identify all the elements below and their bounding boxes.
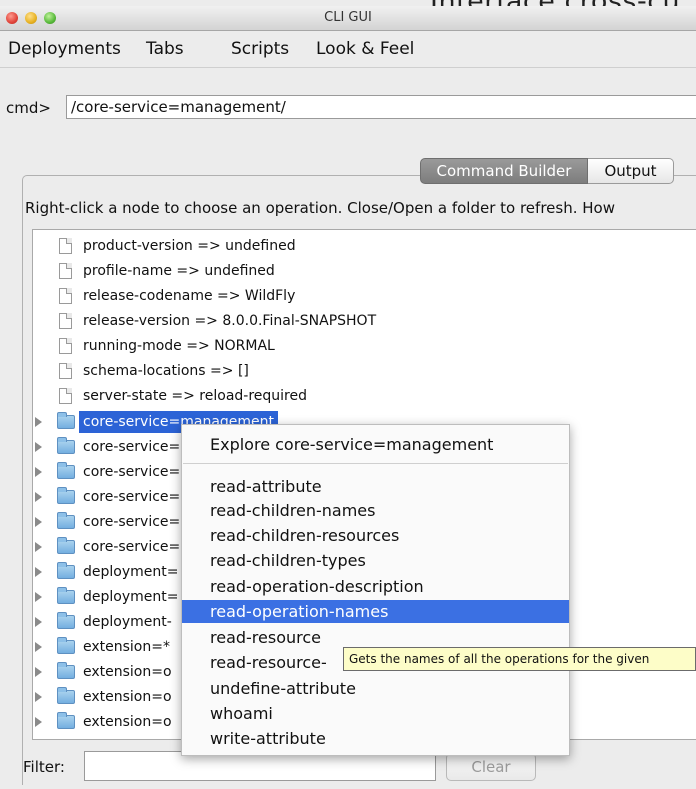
- folder-icon: [57, 487, 75, 504]
- menu-item-read-operation-description[interactable]: read-operation-description: [182, 575, 569, 598]
- tab-output[interactable]: Output: [588, 158, 674, 184]
- folder-icon: [57, 537, 75, 554]
- menu-item-read-children-names[interactable]: read-children-names: [182, 499, 569, 522]
- file-icon: [59, 238, 72, 254]
- operation-tooltip: Gets the names of all the operations for…: [343, 647, 696, 671]
- tab-command-builder[interactable]: Command Builder: [420, 158, 588, 184]
- tree-item-label: deployment=: [83, 589, 179, 605]
- menu-tabs[interactable]: Tabs: [146, 39, 184, 59]
- tree-item-label: deployment=: [83, 564, 179, 580]
- tree-leaf-item[interactable]: server-state => reload-required: [33, 385, 693, 407]
- expand-arrow-icon[interactable]: [35, 692, 42, 702]
- menu-item-read-operation-names[interactable]: read-operation-names: [182, 600, 569, 623]
- menu-item-undefine-attribute[interactable]: undefine-attribute: [182, 677, 569, 700]
- folder-icon: [57, 587, 75, 604]
- menu-scripts[interactable]: Scripts: [231, 39, 289, 59]
- folder-icon: [57, 637, 75, 654]
- clear-button[interactable]: Clear: [446, 753, 536, 781]
- cmd-input[interactable]: /core-service=management/: [66, 95, 696, 119]
- file-icon: [59, 263, 72, 279]
- expand-arrow-icon[interactable]: [35, 542, 42, 552]
- menu-item-read-children-resources[interactable]: read-children-resources: [182, 524, 569, 547]
- tree-item-label: running-mode => NORMAL: [83, 338, 275, 354]
- folder-icon: [57, 712, 75, 729]
- expand-arrow-icon[interactable]: [35, 467, 42, 477]
- tree-item-label: schema-locations => []: [83, 363, 249, 379]
- tree-leaf-item[interactable]: profile-name => undefined: [33, 260, 693, 282]
- menu-bar: Deployments Tabs Scripts Look & Feel: [0, 31, 696, 68]
- expand-arrow-icon[interactable]: [35, 567, 42, 577]
- tree-item-label: core-service=: [83, 489, 181, 505]
- menu-look-and-feel[interactable]: Look & Feel: [316, 39, 414, 59]
- tree-item-label: extension=o: [83, 689, 172, 705]
- file-icon: [59, 388, 72, 404]
- expand-arrow-icon[interactable]: [35, 492, 42, 502]
- tree-item-label: product-version => undefined: [83, 238, 296, 254]
- expand-arrow-icon[interactable]: [35, 717, 42, 727]
- filter-label: Filter:: [23, 758, 65, 776]
- folder-icon: [57, 687, 75, 704]
- menu-item-read-children-types[interactable]: read-children-types: [182, 549, 569, 572]
- folder-icon: [57, 462, 75, 479]
- menu-deployments[interactable]: Deployments: [8, 39, 121, 59]
- tree-leaf-item[interactable]: running-mode => NORMAL: [33, 335, 693, 357]
- tree-item-label: profile-name => undefined: [83, 263, 275, 279]
- folder-icon: [57, 412, 75, 429]
- menu-item-read-resource[interactable]: read-resource: [182, 626, 569, 649]
- expand-arrow-icon[interactable]: [35, 592, 42, 602]
- tree-item-label: extension=o: [83, 664, 172, 680]
- tree-item-label: extension=*: [83, 639, 170, 655]
- tree-item-label: deployment-: [83, 614, 172, 630]
- folder-icon: [57, 512, 75, 529]
- tree-item-label: core-service=: [83, 514, 181, 530]
- explore-menu-item[interactable]: Explore core-service=management: [182, 433, 569, 456]
- expand-arrow-icon[interactable]: [35, 517, 42, 527]
- tree-item-label: server-state => reload-required: [83, 388, 307, 404]
- file-icon: [59, 363, 72, 379]
- file-icon: [59, 313, 72, 329]
- cmd-label: cmd>: [6, 99, 51, 117]
- expand-arrow-icon[interactable]: [35, 642, 42, 652]
- menu-item-write-attribute[interactable]: write-attribute: [182, 727, 569, 750]
- tree-item-label: core-service=: [83, 464, 181, 480]
- tree-item-label: extension=o: [83, 714, 172, 730]
- tree-leaf-item[interactable]: product-version => undefined: [33, 235, 693, 257]
- tree-item-label: core-service=: [83, 439, 181, 455]
- tree-leaf-item[interactable]: release-codename => WildFly: [33, 285, 693, 307]
- menu-separator: [183, 463, 568, 464]
- folder-icon: [57, 612, 75, 629]
- expand-arrow-icon[interactable]: [35, 617, 42, 627]
- tree-leaf-item[interactable]: schema-locations => []: [33, 360, 693, 382]
- tree-leaf-item[interactable]: release-version => 8.0.0.Final-SNAPSHOT: [33, 310, 693, 332]
- operations-context-menu: Explore core-service=management read-att…: [181, 424, 570, 756]
- window-titlebar: CLI GUI: [0, 6, 696, 31]
- tree-item-label: release-version => 8.0.0.Final-SNAPSHOT: [83, 313, 377, 329]
- folder-icon: [57, 437, 75, 454]
- file-icon: [59, 338, 72, 354]
- window-title: CLI GUI: [324, 10, 372, 25]
- expand-arrow-icon[interactable]: [35, 667, 42, 677]
- menu-item-read-attribute[interactable]: read-attribute: [182, 475, 569, 498]
- folder-icon: [57, 562, 75, 579]
- tree-item-label: core-service=: [83, 539, 181, 555]
- menu-item-whoami[interactable]: whoami: [182, 702, 569, 725]
- file-icon: [59, 288, 72, 304]
- expand-arrow-icon[interactable]: [35, 442, 42, 452]
- tree-item-label: release-codename => WildFly: [83, 288, 296, 304]
- instruction-text: Right-click a node to choose an operatio…: [25, 199, 615, 217]
- expand-arrow-icon[interactable]: [35, 417, 42, 427]
- folder-icon: [57, 662, 75, 679]
